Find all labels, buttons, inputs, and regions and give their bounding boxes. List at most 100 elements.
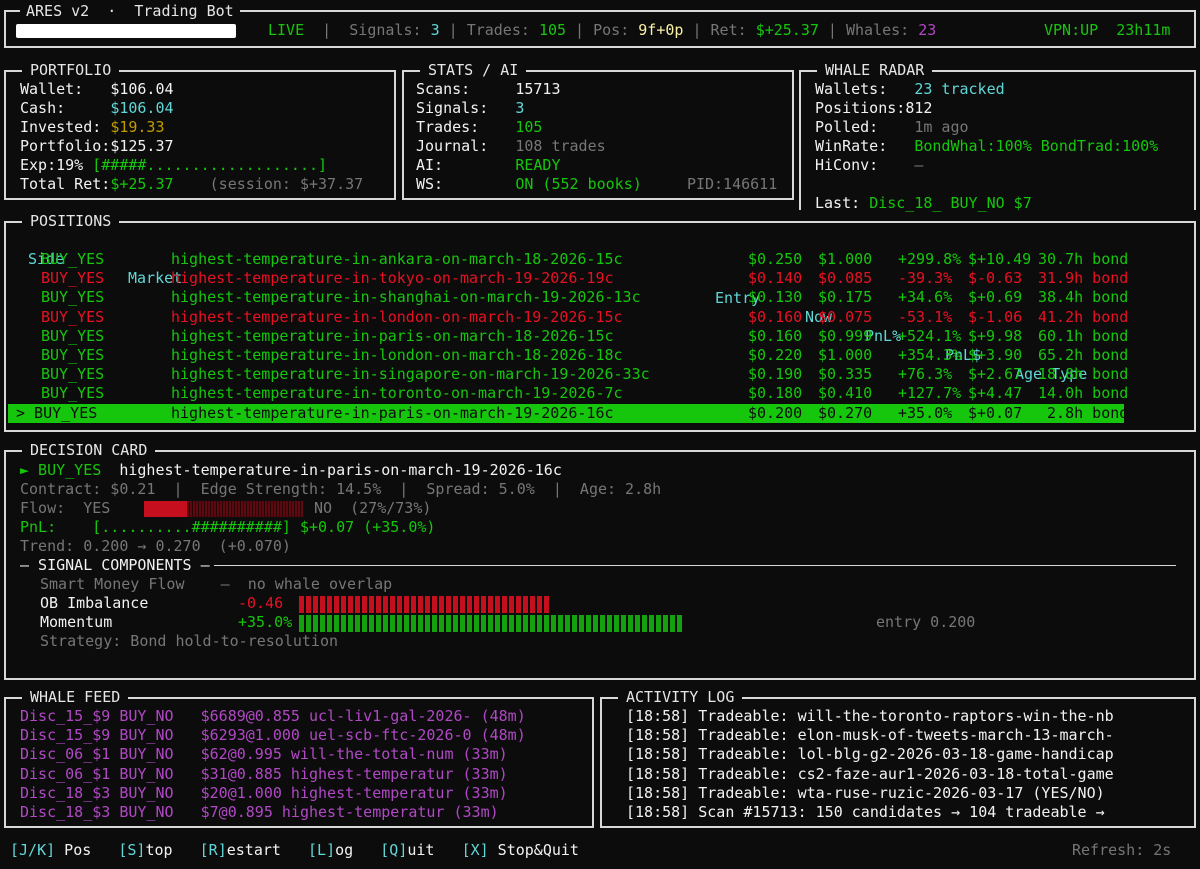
- cell-pnlusd: $-0.63: [968, 269, 1023, 288]
- status-line: LIVE | Signals: 3 | Trades: 105 | Pos: 9…: [268, 21, 937, 39]
- momentum-label: Momentum: [40, 613, 113, 631]
- bar-tick: [628, 615, 633, 632]
- smart-money-line: Smart Money Flow — no whale overlap: [40, 575, 392, 594]
- refresh-rate: Refresh: 2s: [1072, 841, 1172, 859]
- bar-tick: [383, 596, 388, 613]
- bar-tick: [614, 615, 619, 632]
- ws-line: WS: ON (552 books) PID:146611: [416, 175, 778, 193]
- bar-tick: [341, 596, 346, 613]
- bar-tick: [432, 596, 437, 613]
- cell-side: BUY_YES: [41, 269, 105, 288]
- bar-tick: [642, 615, 647, 632]
- keybinding-uit[interactable]: [Q]uit: [380, 841, 434, 859]
- bar-tick: [418, 596, 423, 613]
- cell-pnlpct: -39.3%: [898, 269, 953, 288]
- cell-age: 41.2h bond: [1038, 307, 1129, 326]
- cell-side: > BUY_YES: [16, 403, 98, 422]
- cell-side: BUY_YES: [41, 384, 105, 403]
- cell-entry: $0.190: [748, 365, 803, 384]
- key-label: [S]: [118, 841, 146, 859]
- flow-pct: (27%/73%): [350, 499, 432, 517]
- bar-tick: [397, 596, 402, 613]
- bar-tick: [446, 596, 451, 613]
- table-row[interactable]: BUY_YES highest-temperature-in-london-on-…: [8, 307, 1128, 327]
- bar-tick: [544, 596, 549, 613]
- key-label: [L]: [308, 841, 336, 859]
- table-row[interactable]: BUY_YES highest-temperature-in-singapore-…: [8, 365, 1128, 384]
- keybindings-bar: [J/K] Pos [S]top [R]estart [L]og [Q]uit …: [10, 841, 579, 860]
- key-action: og: [335, 841, 354, 859]
- bar-tick: [425, 596, 430, 613]
- whale-feed-item[interactable]: Disc_18_$3 BUY_NO $7@0.895 highest-tempe…: [20, 803, 526, 822]
- cell-market: highest-temperature-in-shanghai-on-march…: [171, 288, 641, 307]
- cell-market: highest-temperature-in-ankara-on-march-1…: [171, 250, 623, 268]
- whale-feed-title: WHALE FEED: [22, 688, 129, 708]
- table-row[interactable]: BUY_YES highest-temperature-in-tokyo-on-m…: [8, 269, 1128, 288]
- cell-market: highest-temperature-in-london-on-march-1…: [171, 307, 623, 326]
- cell-market: highest-temperature-in-paris-on-march-19…: [171, 403, 614, 422]
- bar-tick: [677, 615, 682, 632]
- key-action: top: [145, 841, 173, 859]
- journal-value: 108 trades: [515, 137, 606, 155]
- keybinding-stopquit[interactable]: [X] Stop&Quit: [462, 841, 579, 859]
- whale-feed-item[interactable]: Disc_15_$9 BUY_NO $6689@0.855 ucl-liv1-g…: [20, 707, 526, 726]
- bar-tick: [523, 615, 528, 632]
- keybinding-top[interactable]: [S]top: [118, 841, 172, 859]
- activity-item: [18:58] Tradeable: will-the-toronto-rapt…: [626, 707, 1114, 725]
- table-row[interactable]: BUY_YES highest-temperature-in-ankara-on-…: [8, 250, 1128, 269]
- cell-pnlpct: -53.1%: [898, 307, 953, 326]
- bar-tick: [299, 615, 304, 632]
- pnl-bar: [..........##########]: [92, 518, 291, 536]
- cell-side: BUY_YES: [41, 365, 105, 384]
- cell-age: 31.9h bond: [1038, 269, 1129, 288]
- table-row[interactable]: BUY_YES highest-temperature-in-shanghai-o…: [8, 288, 1128, 307]
- bar-tick: [621, 615, 626, 632]
- cell-side: BUY_YES: [41, 307, 105, 326]
- bar-tick: [502, 615, 507, 632]
- keybinding-pos[interactable]: [J/K] Pos: [10, 841, 91, 859]
- table-row[interactable]: > BUY_YES highest-temperature-in-paris-on…: [8, 403, 1128, 423]
- cell-age: 38.4h bond: [1038, 288, 1129, 307]
- smart-money-label: Smart Money Flow: [40, 575, 185, 593]
- bar-tick: [348, 596, 353, 613]
- cell-entry: $0.160: [748, 326, 803, 345]
- whale-feed-item[interactable]: Disc_06_$1 BUY_NO $62@0.995 will-the-tot…: [20, 745, 526, 764]
- vpn-status: VPN:UP 23h11m: [1044, 21, 1171, 39]
- whale-feed-item[interactable]: Disc_15_$9 BUY_NO $6293@1.000 uel-scb-ft…: [20, 726, 526, 745]
- cell-pnlusd: $+0.69: [968, 288, 1023, 307]
- cell-side: BUY_YES: [41, 288, 105, 307]
- ws-status: ON (552 books): [515, 175, 642, 193]
- winrate-value: BondWhal:100% BondTrad:100%: [914, 137, 1159, 155]
- activity-item: [18:58] Tradeable: elon-musk-of-tweets-m…: [626, 726, 1114, 745]
- cell-entry: $0.140: [748, 269, 803, 288]
- bar-tick: [460, 615, 465, 632]
- whale-feed-item[interactable]: Disc_18_$3 BUY_NO $20@1.000 highest-temp…: [20, 784, 526, 803]
- bar-tick: [341, 615, 346, 632]
- invested-line: Invested: $19.33: [20, 118, 165, 136]
- invested-value: $19.33: [110, 118, 165, 136]
- table-row[interactable]: BUY_YES highest-temperature-in-london-on-…: [8, 346, 1128, 365]
- ai-status: READY: [515, 156, 561, 174]
- bar-tick: [663, 615, 668, 632]
- key-action: Pos: [55, 841, 92, 859]
- keybinding-og[interactable]: [L]og: [308, 841, 353, 859]
- bar-tick: [439, 596, 444, 613]
- bar-tick: [544, 615, 549, 632]
- cell-age: 30.7h bond: [1038, 250, 1129, 268]
- pnl-value: $+0.07 (+35.0%): [299, 518, 436, 536]
- keybinding-estart[interactable]: [R]estart: [200, 841, 281, 859]
- table-row[interactable]: BUY_YES highest-temperature-in-paris-on-m…: [8, 326, 1128, 346]
- bar-tick: [327, 596, 332, 613]
- bar-tick: [446, 615, 451, 632]
- bar-tick: [460, 596, 465, 613]
- positions-title: POSITIONS: [22, 212, 120, 232]
- bar-tick: [313, 596, 318, 613]
- bar-tick: [530, 596, 535, 613]
- whale-feed-item[interactable]: Disc_06_$1 BUY_NO $31@0.885 highest-temp…: [20, 765, 526, 784]
- bar-tick: [635, 615, 640, 632]
- bar-tick: [313, 615, 318, 632]
- table-row[interactable]: BUY_YES highest-temperature-in-toronto-on…: [8, 384, 1128, 403]
- bar-tick: [334, 596, 339, 613]
- cell-pnlusd: $+2.67: [968, 365, 1023, 384]
- flow-no-line: NO (27%/73%): [314, 499, 431, 518]
